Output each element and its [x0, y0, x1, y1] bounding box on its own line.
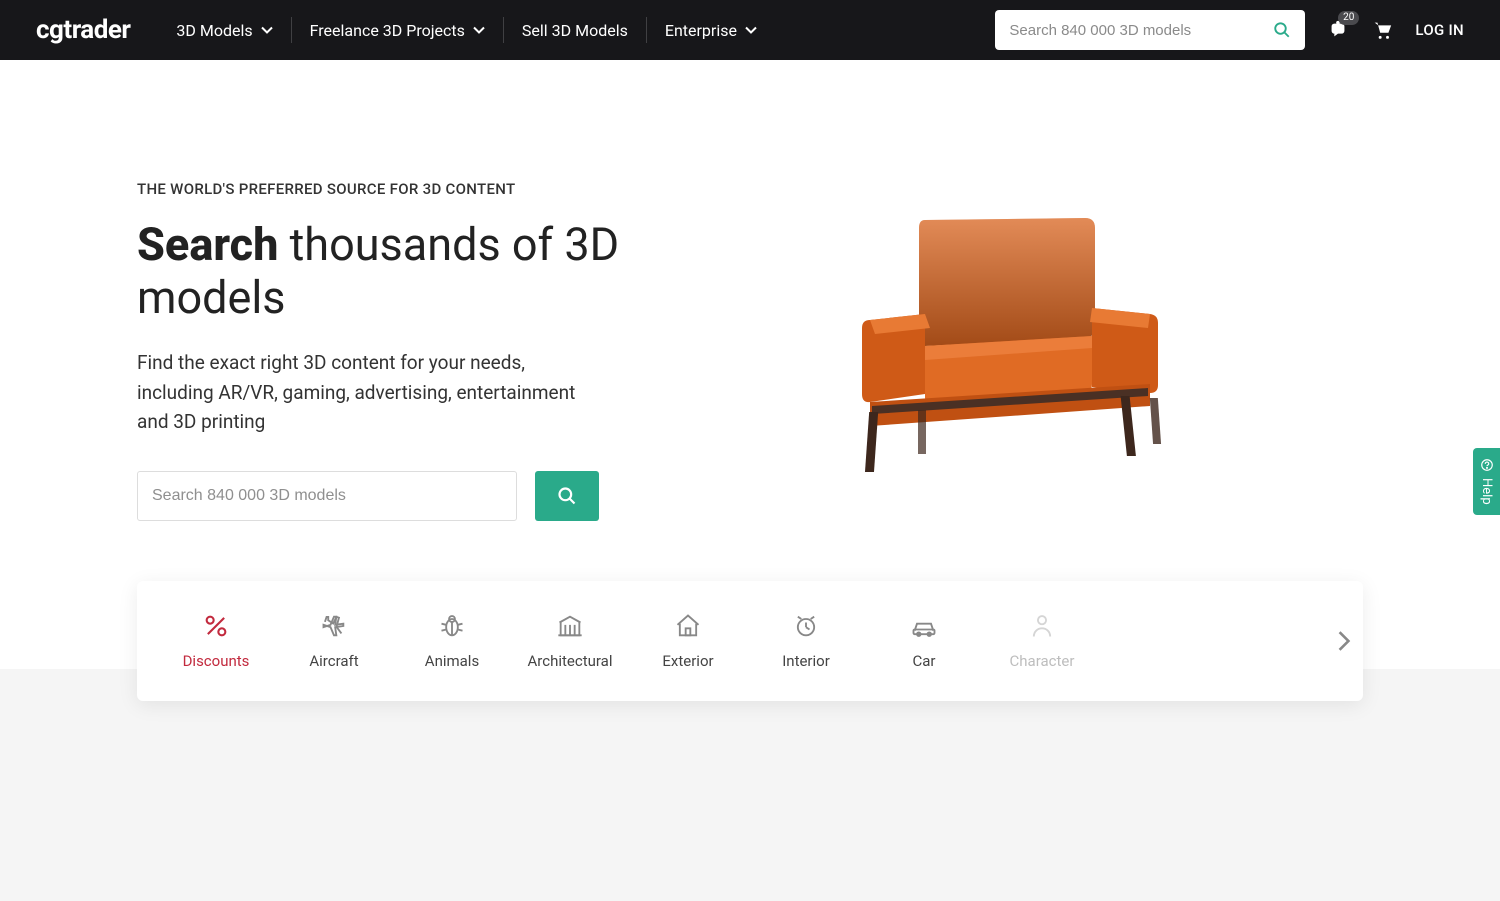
search-icon[interactable] — [1273, 21, 1291, 39]
hero-search[interactable] — [137, 471, 517, 521]
hero-search-button[interactable] — [535, 471, 599, 521]
hero-eyebrow: THE WORLD'S PREFERRED SOURCE FOR 3D CONT… — [137, 180, 657, 198]
chevron-right-icon — [1337, 630, 1351, 652]
chevron-down-icon — [261, 26, 273, 34]
category-label: Discounts — [183, 652, 250, 670]
car-icon — [910, 612, 938, 640]
header-search[interactable] — [995, 10, 1305, 50]
hero-subtitle: Find the exact right 3D content for your… — [137, 348, 577, 436]
header-right: 20 LOG IN — [995, 10, 1464, 50]
clock-icon — [792, 612, 820, 640]
nav-3d-models[interactable]: 3D Models — [158, 15, 290, 45]
person-icon — [1028, 612, 1056, 640]
category-car[interactable]: Car — [865, 612, 983, 670]
categories-next-button[interactable] — [1337, 630, 1351, 652]
header: cgtrader 3D Models Freelance 3D Projects… — [0, 0, 1500, 60]
categories-bg — [0, 669, 1500, 901]
category-label: Character — [1010, 652, 1075, 670]
category-label: Architectural — [528, 652, 613, 670]
hero-search-row — [137, 471, 657, 521]
plane-icon — [320, 612, 348, 640]
login-link[interactable]: LOG IN — [1415, 21, 1464, 39]
hero: THE WORLD'S PREFERRED SOURCE FOR 3D CONT… — [137, 60, 1363, 581]
hero-text: THE WORLD'S PREFERRED SOURCE FOR 3D CONT… — [137, 180, 657, 521]
notification-badge: 20 — [1338, 11, 1359, 25]
category-discounts[interactable]: Discounts — [157, 612, 275, 670]
category-label: Interior — [782, 652, 830, 670]
categories-section: Discounts Aircraft Animals Architectural — [137, 581, 1363, 701]
main-nav: 3D Models Freelance 3D Projects Sell 3D … — [158, 15, 775, 45]
bug-icon — [438, 612, 466, 640]
hero-image — [657, 180, 1363, 521]
nav-freelance[interactable]: Freelance 3D Projects — [292, 15, 503, 45]
help-label: Help — [1479, 478, 1494, 505]
hero-search-input[interactable] — [152, 487, 502, 505]
category-interior[interactable]: Interior — [747, 612, 865, 670]
category-label: Car — [912, 652, 935, 670]
category-architectural[interactable]: Architectural — [511, 612, 629, 670]
chair-model-icon — [840, 200, 1180, 500]
category-label: Animals — [425, 652, 479, 670]
header-search-input[interactable] — [1009, 22, 1273, 39]
category-aircraft[interactable]: Aircraft — [275, 612, 393, 670]
help-icon — [1480, 458, 1494, 472]
search-icon — [557, 486, 577, 506]
nav-label: Sell 3D Models — [522, 21, 628, 40]
building-icon — [556, 612, 584, 640]
percent-icon — [202, 612, 230, 640]
cart-button[interactable] — [1371, 19, 1393, 41]
notifications-button[interactable]: 20 — [1327, 19, 1349, 41]
hero-title-bold: Search — [137, 218, 278, 271]
nav-label: Freelance 3D Projects — [310, 21, 465, 40]
categories-strip: Discounts Aircraft Animals Architectural — [137, 581, 1363, 701]
nav-label: Enterprise — [665, 21, 737, 40]
category-animals[interactable]: Animals — [393, 612, 511, 670]
nav-enterprise[interactable]: Enterprise — [647, 15, 775, 45]
category-character[interactable]: Character — [983, 612, 1101, 670]
logo[interactable]: cgtrader — [36, 15, 130, 45]
nav-label: 3D Models — [176, 21, 252, 40]
nav-sell[interactable]: Sell 3D Models — [504, 15, 646, 45]
chevron-down-icon — [745, 26, 757, 34]
help-tab[interactable]: Help — [1473, 448, 1500, 515]
chevron-down-icon — [473, 26, 485, 34]
category-exterior[interactable]: Exterior — [629, 612, 747, 670]
category-label: Aircraft — [309, 652, 358, 670]
category-label: Exterior — [662, 652, 713, 670]
house-icon — [674, 612, 702, 640]
hero-title: Search thousands of 3D models — [137, 218, 657, 324]
